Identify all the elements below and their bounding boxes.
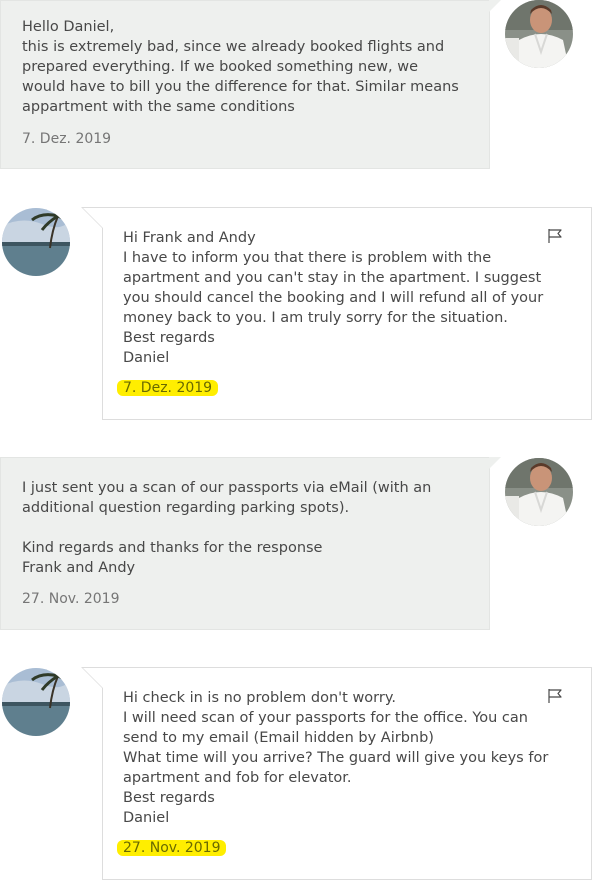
message-date: 27. Nov. 2019 (22, 591, 120, 607)
message-bubble-incoming: Hi check in is no problem don't worry. I… (81, 667, 592, 880)
flag-icon[interactable] (547, 688, 563, 704)
highlighted-date: 27. Nov. 2019 (117, 840, 227, 856)
message-text: Hi check in is no problem don't worry. I… (123, 690, 549, 826)
message-text: Hi Frank and Andy I have to inform you t… (123, 230, 544, 366)
host-avatar[interactable] (2, 208, 70, 276)
guest-avatar[interactable] (505, 0, 573, 68)
message-date: 7. Dez. 2019 (117, 380, 219, 396)
host-avatar[interactable] (2, 668, 70, 736)
message-date: 7. Dez. 2019 (22, 131, 112, 147)
highlighted-date: 7. Dez. 2019 (117, 380, 219, 396)
message-bubble-outgoing: Hello Daniel, this is extremely bad, sin… (0, 0, 501, 169)
guest-avatar[interactable] (505, 458, 573, 526)
message-text: I just sent you a scan of our passports … (22, 480, 432, 576)
message-text: Hello Daniel, this is extremely bad, sin… (22, 19, 459, 115)
message-bubble-outgoing: I just sent you a scan of our passports … (0, 457, 501, 630)
flag-icon[interactable] (547, 228, 563, 244)
message-date: 27. Nov. 2019 (117, 840, 227, 856)
message-bubble-incoming: Hi Frank and Andy I have to inform you t… (81, 207, 592, 420)
